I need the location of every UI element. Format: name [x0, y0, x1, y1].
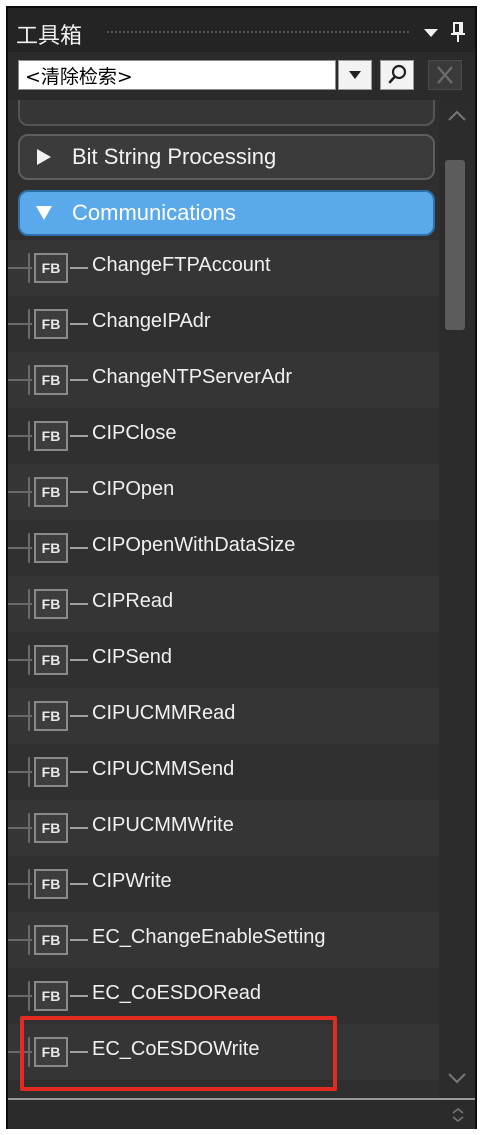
- fb-badge-icon: FB: [34, 869, 68, 899]
- list-item[interactable]: FB ChangeIPAdr: [8, 296, 439, 352]
- fb-badge-icon: FB: [34, 365, 68, 395]
- fb-badge-icon: FB: [34, 813, 68, 843]
- list-item[interactable]: FB CIPRead: [8, 576, 439, 632]
- list-item[interactable]: FB EC_ChangeEnableSetting: [8, 912, 439, 968]
- list-item[interactable]: FB CIPSend: [8, 632, 439, 688]
- clear-search-button[interactable]: [428, 60, 462, 90]
- scrollbar-thumb[interactable]: [445, 160, 465, 330]
- tree-line: [70, 547, 88, 549]
- vertical-scrollbar[interactable]: [439, 100, 475, 1098]
- tree-line: [28, 477, 30, 507]
- item-name: EC_CoESDORead: [92, 982, 261, 1004]
- panel-dropdown-icon[interactable]: [421, 22, 441, 42]
- fb-badge-icon: FB: [34, 981, 68, 1011]
- tree-line: [70, 659, 88, 661]
- item-name: CIPUCMMRead: [92, 702, 236, 724]
- list-item[interactable]: FB CIPUCMMRead: [8, 688, 439, 744]
- magnifier-icon: [388, 64, 407, 84]
- fb-badge-icon: FB: [34, 533, 68, 563]
- tree-line: [70, 491, 88, 493]
- tree-line: [70, 323, 88, 325]
- list-item[interactable]: FB ChangeFTPAccount: [8, 240, 439, 296]
- item-name: CIPOpenWithDataSize: [92, 534, 296, 556]
- triangle-right-icon: [37, 149, 51, 165]
- item-name: CIPSend: [92, 646, 173, 668]
- item-name: CIPUCMMSend: [92, 758, 235, 780]
- item-name: CIPWrite: [92, 870, 172, 892]
- tree-line: [28, 701, 30, 731]
- fb-badge-icon: FB: [34, 421, 68, 451]
- triangle-down-icon: [36, 206, 52, 220]
- tree-line: [28, 533, 30, 563]
- drag-grip[interactable]: [106, 30, 411, 35]
- tree-line: [70, 603, 88, 605]
- toolbox-panel: 工具箱 <清除检索> Bit String Processing Communi…: [6, 6, 477, 1129]
- fb-badge-icon: FB: [34, 925, 68, 955]
- tree-line: [70, 715, 88, 717]
- tree-line: [28, 981, 30, 1011]
- item-name: CIPRead: [92, 590, 174, 612]
- item-name: EC_ChangeEnableSetting: [92, 926, 326, 948]
- tree-line: [28, 589, 30, 619]
- item-name: ChangeFTPAccount: [92, 254, 271, 276]
- item-name: ChangeIPAdr: [92, 310, 211, 332]
- list-item[interactable]: FB CIPOpenWithDataSize: [8, 520, 439, 576]
- fb-badge-icon: FB: [34, 309, 68, 339]
- list-item[interactable]: FB CIPUCMMSend: [8, 744, 439, 800]
- fb-badge-icon: FB: [34, 477, 68, 507]
- tree-line: [70, 827, 88, 829]
- panel-bottom-bar: [8, 1098, 475, 1129]
- chevron-up-icon[interactable]: [445, 106, 469, 126]
- fb-badge-icon: FB: [34, 757, 68, 787]
- search-button[interactable]: [380, 60, 414, 90]
- tree-line: [28, 309, 30, 339]
- list-item[interactable]: FB CIPUCMMWrite: [8, 800, 439, 856]
- category-label: Communications: [72, 200, 236, 225]
- tree-line: [70, 267, 88, 269]
- fb-badge-icon: FB: [34, 701, 68, 731]
- tree-line: [28, 365, 30, 395]
- tree-line: [28, 645, 30, 675]
- item-name: CIPOpen: [92, 478, 175, 500]
- tree-line: [70, 939, 88, 941]
- list-item[interactable]: FB CIPOpen: [8, 464, 439, 520]
- search-dropdown-button[interactable]: [338, 60, 372, 90]
- fb-badge-icon: FB: [34, 645, 68, 675]
- category-communications[interactable]: Communications: [18, 190, 435, 236]
- previous-category-edge: [18, 100, 435, 126]
- fb-badge-icon: FB: [34, 589, 68, 619]
- tree-line: [70, 883, 88, 885]
- pin-icon[interactable]: [447, 20, 469, 44]
- category-label: Bit String Processing: [72, 144, 277, 169]
- search-row: [8, 52, 475, 100]
- highlight-box: [20, 1016, 337, 1091]
- tree-line: [28, 253, 30, 283]
- tree-line: [28, 869, 30, 899]
- search-input[interactable]: [18, 60, 336, 90]
- resize-grip-icon[interactable]: [447, 1106, 469, 1124]
- close-icon: [437, 66, 453, 84]
- item-name: CIPClose: [92, 422, 177, 444]
- tree-line: [28, 757, 30, 787]
- tree-line: [70, 771, 88, 773]
- list-item[interactable]: FB ChangeNTPServerAdr: [8, 352, 439, 408]
- tree-line: [70, 379, 88, 381]
- dropdown-arrow-icon: [349, 71, 361, 79]
- list-item[interactable]: FB CIPWrite: [8, 856, 439, 912]
- tree-line: [28, 421, 30, 451]
- toolbox-list: Bit String Processing Communications FB …: [8, 100, 439, 1098]
- category-bit-string-processing[interactable]: Bit String Processing: [18, 134, 435, 180]
- panel-title-bar[interactable]: 工具箱: [8, 8, 475, 52]
- panel-title: 工具箱: [16, 24, 83, 49]
- tree-line: [28, 813, 30, 843]
- tree-line: [28, 925, 30, 955]
- list-item[interactable]: FB CIPClose: [8, 408, 439, 464]
- item-name: ChangeNTPServerAdr: [92, 366, 293, 388]
- tree-line: [70, 995, 88, 997]
- item-name: CIPUCMMWrite: [92, 814, 234, 836]
- fb-badge-icon: FB: [34, 253, 68, 283]
- tree-line: [70, 435, 88, 437]
- chevron-down-icon[interactable]: [445, 1068, 469, 1088]
